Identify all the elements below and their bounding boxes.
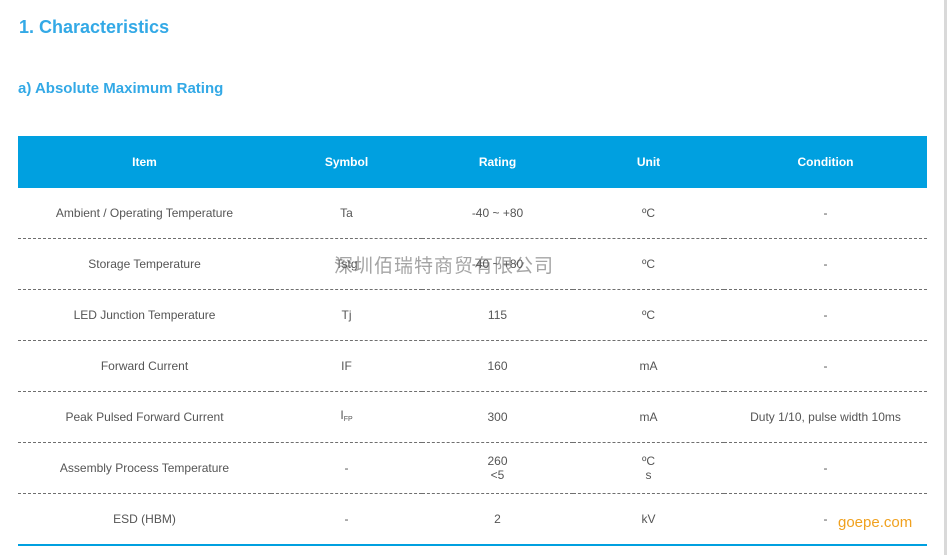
cell-rating: 300: [422, 391, 573, 443]
cell-rating: 115: [422, 289, 573, 341]
cell-condition: -: [724, 289, 927, 341]
header-condition: Condition: [724, 136, 927, 188]
table-header-row: Item Symbol Rating Unit Condition: [18, 136, 927, 188]
subsection-heading: a) Absolute Maximum Rating: [18, 80, 224, 97]
cell-unit: ºC: [573, 289, 724, 341]
cell-condition: -: [724, 442, 927, 494]
absolute-maximum-rating-table: Item Symbol Rating Unit Condition Ambien…: [18, 136, 927, 546]
table-row: LED Junction Temperature Tj 115 ºC -: [18, 289, 927, 341]
symbol-subscript: FP: [343, 415, 353, 423]
rating-line: <5: [490, 468, 505, 482]
cell-item: Peak Pulsed Forward Current: [18, 391, 271, 443]
cell-unit: ºC: [573, 238, 724, 290]
cell-condition: -: [724, 340, 927, 392]
company-watermark: 深圳佰瑞特商贸有限公司: [334, 256, 555, 277]
cell-item: Assembly Process Temperature: [18, 442, 271, 494]
cell-item: ESD (HBM): [18, 493, 271, 546]
cell-symbol: IF: [271, 340, 422, 392]
cell-unit: mA: [573, 391, 724, 443]
header-symbol: Symbol: [271, 136, 422, 188]
section-heading: 1. Characteristics: [19, 17, 170, 37]
unit-line: s: [645, 468, 652, 482]
cell-unit: kV: [573, 493, 724, 546]
cell-symbol: -: [271, 493, 422, 546]
cell-item: Storage Temperature: [18, 238, 271, 290]
cell-unit: ºC s: [573, 442, 724, 494]
unit-line: ºC: [641, 454, 656, 468]
header-item: Item: [18, 136, 271, 188]
cell-item: LED Junction Temperature: [18, 289, 271, 341]
table-row: Forward Current IF 160 mA -: [18, 340, 927, 392]
cell-symbol: -: [271, 442, 422, 494]
header-rating: Rating: [422, 136, 573, 188]
cell-unit: mA: [573, 340, 724, 392]
cell-item: Ambient / Operating Temperature: [18, 188, 271, 239]
cell-rating: 160: [422, 340, 573, 392]
cell-symbol: Ta: [271, 188, 422, 239]
table-row: Peak Pulsed Forward Current IFP 300 mA D…: [18, 391, 927, 443]
cell-item: Forward Current: [18, 340, 271, 392]
table-row: Assembly Process Temperature - 260 <5 ºC s…: [18, 442, 927, 494]
table-row: ESD (HBM) - 2 kV -: [18, 493, 927, 546]
cell-symbol: IFP: [271, 391, 422, 443]
cell-condition: Duty 1/10, pulse width 10ms: [724, 391, 927, 443]
cell-symbol: Tj: [271, 289, 422, 341]
cell-unit: ºC: [573, 188, 724, 239]
cell-rating: -40 ~ +80: [422, 188, 573, 239]
cell-condition: -: [724, 238, 927, 290]
site-watermark: goepe.com: [838, 514, 913, 531]
cell-rating: 260 <5: [422, 442, 573, 494]
rating-line: 260: [487, 454, 508, 468]
table-row: Ambient / Operating Temperature Ta -40 ~…: [18, 188, 927, 239]
cell-rating: 2: [422, 493, 573, 546]
header-unit: Unit: [573, 136, 724, 188]
cell-condition: -: [724, 188, 927, 239]
